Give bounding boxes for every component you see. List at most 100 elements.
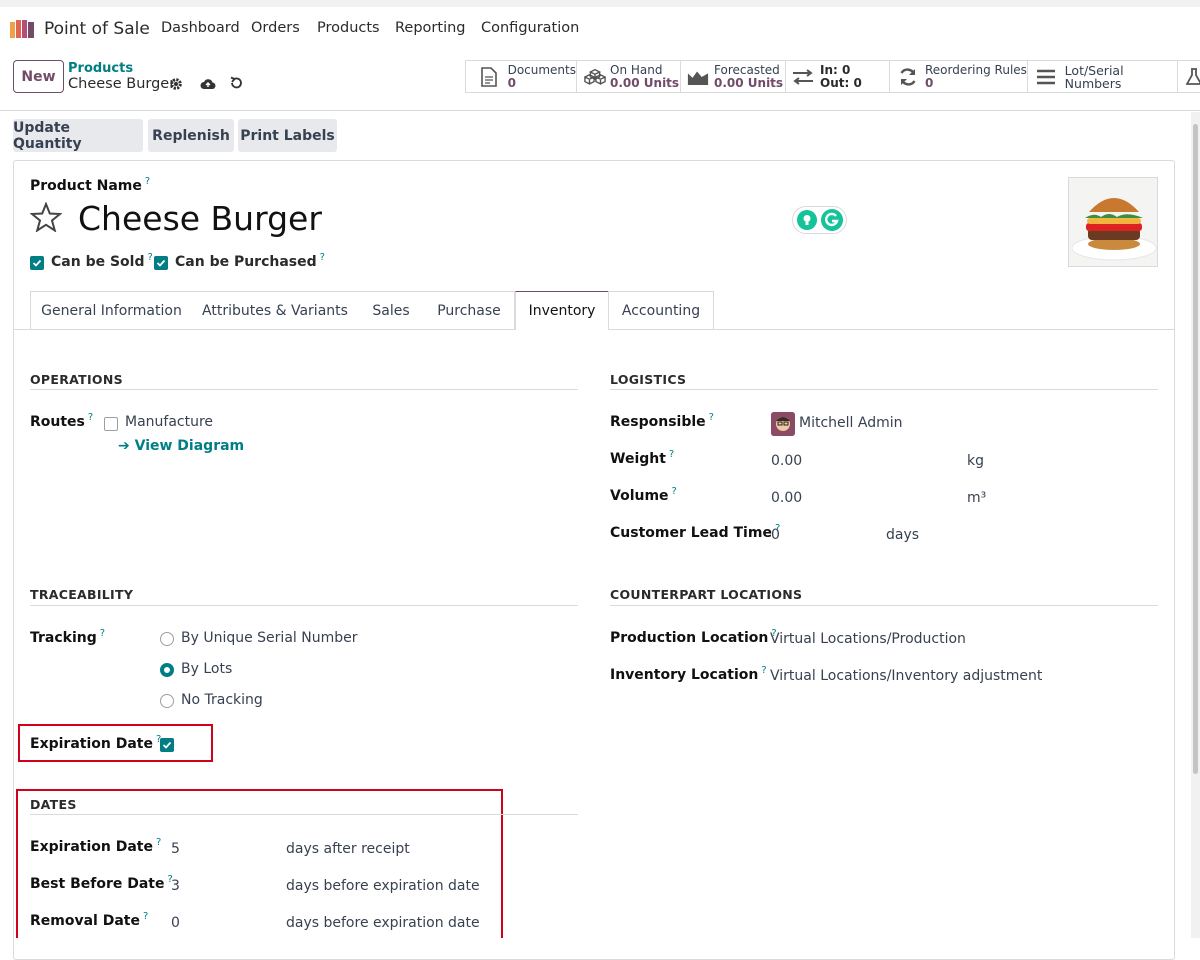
tab-sales[interactable]: Sales: [358, 291, 425, 329]
bars-icon: [1036, 67, 1057, 87]
refresh-icon: [897, 67, 919, 87]
documents-stat-button[interactable]: Documents 0: [465, 60, 577, 93]
reordering-stat-button[interactable]: Reordering Rules 0: [890, 60, 1028, 93]
out-count: Out: 0: [820, 75, 862, 90]
weight-unit: kg: [967, 453, 984, 469]
breadcrumb-products[interactable]: Products: [68, 61, 133, 76]
in-count: In: 0: [820, 62, 851, 77]
product-image[interactable]: [1068, 177, 1158, 267]
tracking-serial-radio[interactable]: [160, 632, 174, 646]
on-hand-value: 0.00 Units: [610, 75, 680, 90]
menu-reporting[interactable]: Reporting: [395, 20, 466, 36]
menu-orders[interactable]: Orders: [251, 20, 300, 36]
gear-icon[interactable]: [169, 77, 183, 95]
documents-label: Documents: [507, 62, 576, 77]
best-before-date-input[interactable]: 3: [171, 878, 180, 894]
forecasted-label: Forecasted: [714, 62, 780, 77]
area-chart-icon: [687, 67, 709, 87]
volume-unit: m³: [967, 490, 987, 506]
tracking-none-label[interactable]: No Tracking: [181, 692, 263, 708]
product-name-label: Product Name?: [30, 176, 151, 194]
menu-dashboard[interactable]: Dashboard: [161, 20, 240, 36]
dates-heading: DATES: [30, 797, 77, 812]
expiration-date-toggle-label: Expiration Date?: [30, 734, 162, 752]
menu-configuration[interactable]: Configuration: [481, 20, 579, 36]
pos-app-icon[interactable]: [10, 20, 36, 38]
removal-date-input[interactable]: 0: [171, 915, 180, 931]
weight-input[interactable]: 0.00: [771, 453, 802, 469]
expiration-date-unit: days after receipt: [286, 841, 410, 857]
expiration-date-checkbox[interactable]: [160, 738, 174, 752]
cloud-save-icon[interactable]: [200, 77, 216, 94]
documents-value: 0: [507, 75, 516, 90]
scrollbar[interactable]: [1191, 112, 1200, 938]
operations-heading: OPERATIONS: [30, 372, 123, 387]
print-labels-button[interactable]: Print Labels: [238, 119, 337, 152]
customer-lead-time-label: Customer Lead Time?: [610, 523, 781, 541]
scrollbar-thumb[interactable]: [1193, 124, 1198, 774]
tab-general-information[interactable]: General Information: [30, 291, 193, 329]
responsible-value[interactable]: Mitchell Admin: [799, 415, 903, 431]
can-be-sold-checkbox[interactable]: [30, 256, 44, 270]
manufacture-checkbox[interactable]: [104, 417, 118, 431]
expiration-date-input[interactable]: 5: [171, 841, 180, 857]
app-name[interactable]: Point of Sale: [44, 19, 150, 39]
lots-stat-button[interactable]: Lot/Serial Numbers: [1028, 60, 1178, 93]
lots-label: Lot/Serial Numbers: [1064, 62, 1124, 91]
responsible-label: Responsible?: [610, 412, 714, 430]
in-out-stat-button[interactable]: In: 0 Out: 0: [786, 60, 890, 93]
tracking-lots-radio[interactable]: [160, 663, 174, 677]
dates-divider: [30, 814, 578, 815]
production-location-value[interactable]: Virtual Locations/Production: [770, 631, 966, 647]
new-button[interactable]: New: [13, 60, 64, 93]
on-hand-label: On Hand: [610, 62, 663, 77]
tracking-label: Tracking?: [30, 628, 106, 646]
menu-products[interactable]: Products: [317, 20, 380, 36]
traceability-divider: [30, 605, 578, 606]
update-quantity-button[interactable]: Update Quantity: [13, 119, 143, 152]
logistics-heading: LOGISTICS: [610, 372, 687, 387]
replenish-button[interactable]: Replenish: [148, 119, 234, 152]
manufacture-label: Manufacture: [125, 414, 214, 430]
expiration-date-label: Expiration Date?: [30, 837, 162, 855]
volume-input[interactable]: 0.00: [771, 490, 802, 506]
arrow-right-icon: ➔: [118, 438, 130, 454]
tracking-serial-label[interactable]: By Unique Serial Number: [181, 630, 357, 646]
tracking-lots-label[interactable]: By Lots: [181, 661, 232, 677]
inventory-location-value[interactable]: Virtual Locations/Inventory adjustment: [770, 668, 1042, 684]
can-be-purchased-label: Can be Purchased?: [175, 252, 325, 270]
customer-lead-time-input[interactable]: 0: [771, 527, 780, 543]
tab-inventory[interactable]: Inventory: [515, 291, 609, 330]
forecasted-value: 0.00 Units: [714, 75, 784, 90]
top-navbar: Point of Sale Dashboard Orders Products …: [0, 0, 1200, 57]
tab-attributes-variants[interactable]: Attributes & Variants: [192, 291, 359, 329]
tab-purchase[interactable]: Purchase: [424, 291, 515, 329]
lightbulb-icon: [796, 210, 817, 230]
star-icon[interactable]: [29, 201, 63, 236]
discard-icon[interactable]: [229, 76, 243, 94]
cubes-icon: [584, 67, 606, 87]
control-panel: New Products Cheese Burger Documents 0 On…: [0, 57, 1200, 111]
flask-icon: [1186, 67, 1200, 87]
counterpart-heading: COUNTERPART LOCATIONS: [610, 587, 803, 602]
forecasted-stat-button[interactable]: Forecasted 0.00 Units: [681, 60, 786, 93]
grammarly-widget[interactable]: [792, 206, 847, 234]
removal-date-label: Removal Date?: [30, 911, 149, 929]
traceability-heading: TRACEABILITY: [30, 587, 134, 602]
logistics-divider: [610, 389, 1158, 390]
routes-label: Routes?: [30, 412, 94, 430]
tracking-none-radio[interactable]: [160, 694, 174, 708]
on-hand-stat-button[interactable]: On Hand 0.00 Units: [577, 60, 681, 93]
tab-accounting[interactable]: Accounting: [608, 291, 714, 329]
view-diagram-link[interactable]: ➔ View Diagram: [118, 438, 244, 454]
weight-label: Weight?: [610, 449, 675, 467]
inventory-location-label: Inventory Location?: [610, 665, 767, 683]
production-location-label: Production Location?: [610, 628, 777, 646]
product-name[interactable]: Cheese Burger: [78, 199, 322, 238]
more-stat-button[interactable]: [1178, 60, 1200, 93]
best-before-date-unit: days before expiration date: [286, 878, 480, 894]
can-be-sold-label: Can be Sold?: [51, 252, 153, 270]
customer-lead-time-unit: days: [886, 527, 920, 543]
can-be-purchased-checkbox[interactable]: [154, 256, 168, 270]
grammarly-icon: [820, 209, 843, 231]
